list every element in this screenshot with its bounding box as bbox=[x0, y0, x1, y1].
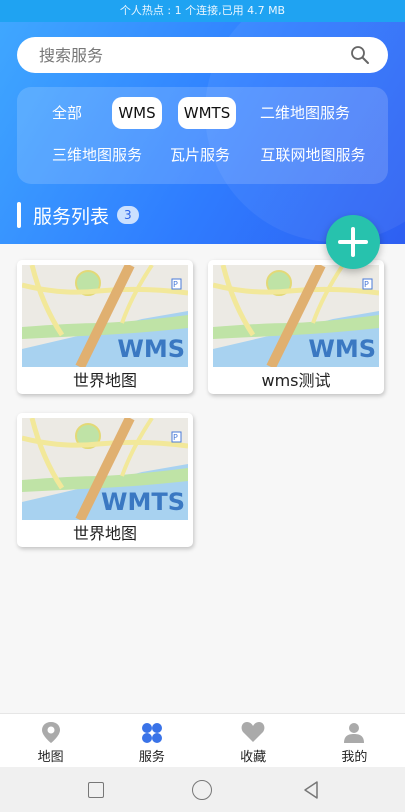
tab-map[interactable]: 地图 bbox=[0, 714, 101, 767]
user-icon bbox=[344, 723, 365, 743]
service-card-title: wms测试 bbox=[261, 371, 331, 390]
filter-chip-all[interactable]: 全部 bbox=[41, 97, 93, 129]
recent-apps-button[interactable] bbox=[88, 782, 104, 798]
status-text: 个人热点 : 1 个连接,已用 4.7 MB bbox=[119, 4, 286, 17]
filter-chip-wms[interactable]: WMS bbox=[112, 97, 162, 129]
filter-chip-3d-map[interactable]: 三维地图服务 bbox=[45, 139, 149, 171]
service-card-title: 世界地图 bbox=[72, 371, 137, 390]
svg-text:WMS: WMS bbox=[308, 335, 376, 363]
tab-label: 收藏 bbox=[240, 750, 267, 765]
clover-icon bbox=[141, 723, 162, 743]
search-input[interactable] bbox=[39, 37, 339, 73]
section-header: 服务列表 3 bbox=[17, 200, 139, 230]
svg-text:P: P bbox=[364, 280, 369, 289]
map-pin-icon bbox=[41, 722, 60, 743]
add-service-button[interactable] bbox=[326, 215, 380, 269]
search-icon[interactable] bbox=[350, 45, 370, 65]
service-card-title: 世界地图 bbox=[72, 524, 137, 543]
system-nav-bar bbox=[0, 767, 405, 812]
map-thumbnail: P WMTS bbox=[22, 418, 188, 520]
filter-chip-internet-map[interactable]: 互联网地图服务 bbox=[253, 139, 373, 171]
filter-chip-2d-map[interactable]: 二维地图服务 bbox=[253, 97, 357, 129]
tab-label: 地图 bbox=[37, 750, 64, 765]
tab-label: 服务 bbox=[138, 750, 165, 765]
tab-label: 我的 bbox=[341, 750, 368, 765]
svg-text:P: P bbox=[173, 433, 178, 442]
filter-chip-tile[interactable]: 瓦片服务 bbox=[165, 139, 235, 171]
section-count-badge: 3 bbox=[117, 206, 139, 224]
filter-panel: 全部 WMS WMTS 二维地图服务 三维地图服务 瓦片服务 互联网地图服务 bbox=[17, 87, 388, 184]
home-button[interactable] bbox=[192, 780, 212, 800]
bottom-tab-bar: 地图 服务 收藏 我的 bbox=[0, 713, 405, 767]
back-button[interactable] bbox=[302, 780, 320, 800]
map-thumbnail: P WMS bbox=[22, 265, 188, 367]
search-box[interactable] bbox=[17, 37, 388, 73]
svg-text:WMS: WMS bbox=[117, 335, 185, 363]
map-thumbnail: P WMS bbox=[213, 265, 379, 367]
status-bar: 个人热点 : 1 个连接,已用 4.7 MB bbox=[0, 0, 405, 22]
service-card[interactable]: P WMS 世界地图 bbox=[17, 260, 193, 394]
service-card[interactable]: P WMS wms测试 bbox=[208, 260, 384, 394]
svg-text:P: P bbox=[173, 280, 178, 289]
service-card[interactable]: P WMTS 世界地图 bbox=[17, 413, 193, 547]
service-list: P WMS 世界地图 P WMS wms测试 P WMTS 世界地图 bbox=[0, 244, 405, 713]
svg-text:WMTS: WMTS bbox=[101, 488, 185, 516]
heart-icon bbox=[241, 722, 265, 742]
tab-profile[interactable]: 我的 bbox=[304, 714, 405, 767]
tab-favorites[interactable]: 收藏 bbox=[203, 714, 304, 767]
tab-services[interactable]: 服务 bbox=[101, 714, 202, 767]
filter-chip-wmts[interactable]: WMTS bbox=[178, 97, 236, 129]
section-bar bbox=[17, 202, 21, 228]
section-title: 服务列表 bbox=[33, 205, 110, 228]
header: 全部 WMS WMTS 二维地图服务 三维地图服务 瓦片服务 互联网地图服务 服… bbox=[0, 22, 405, 244]
